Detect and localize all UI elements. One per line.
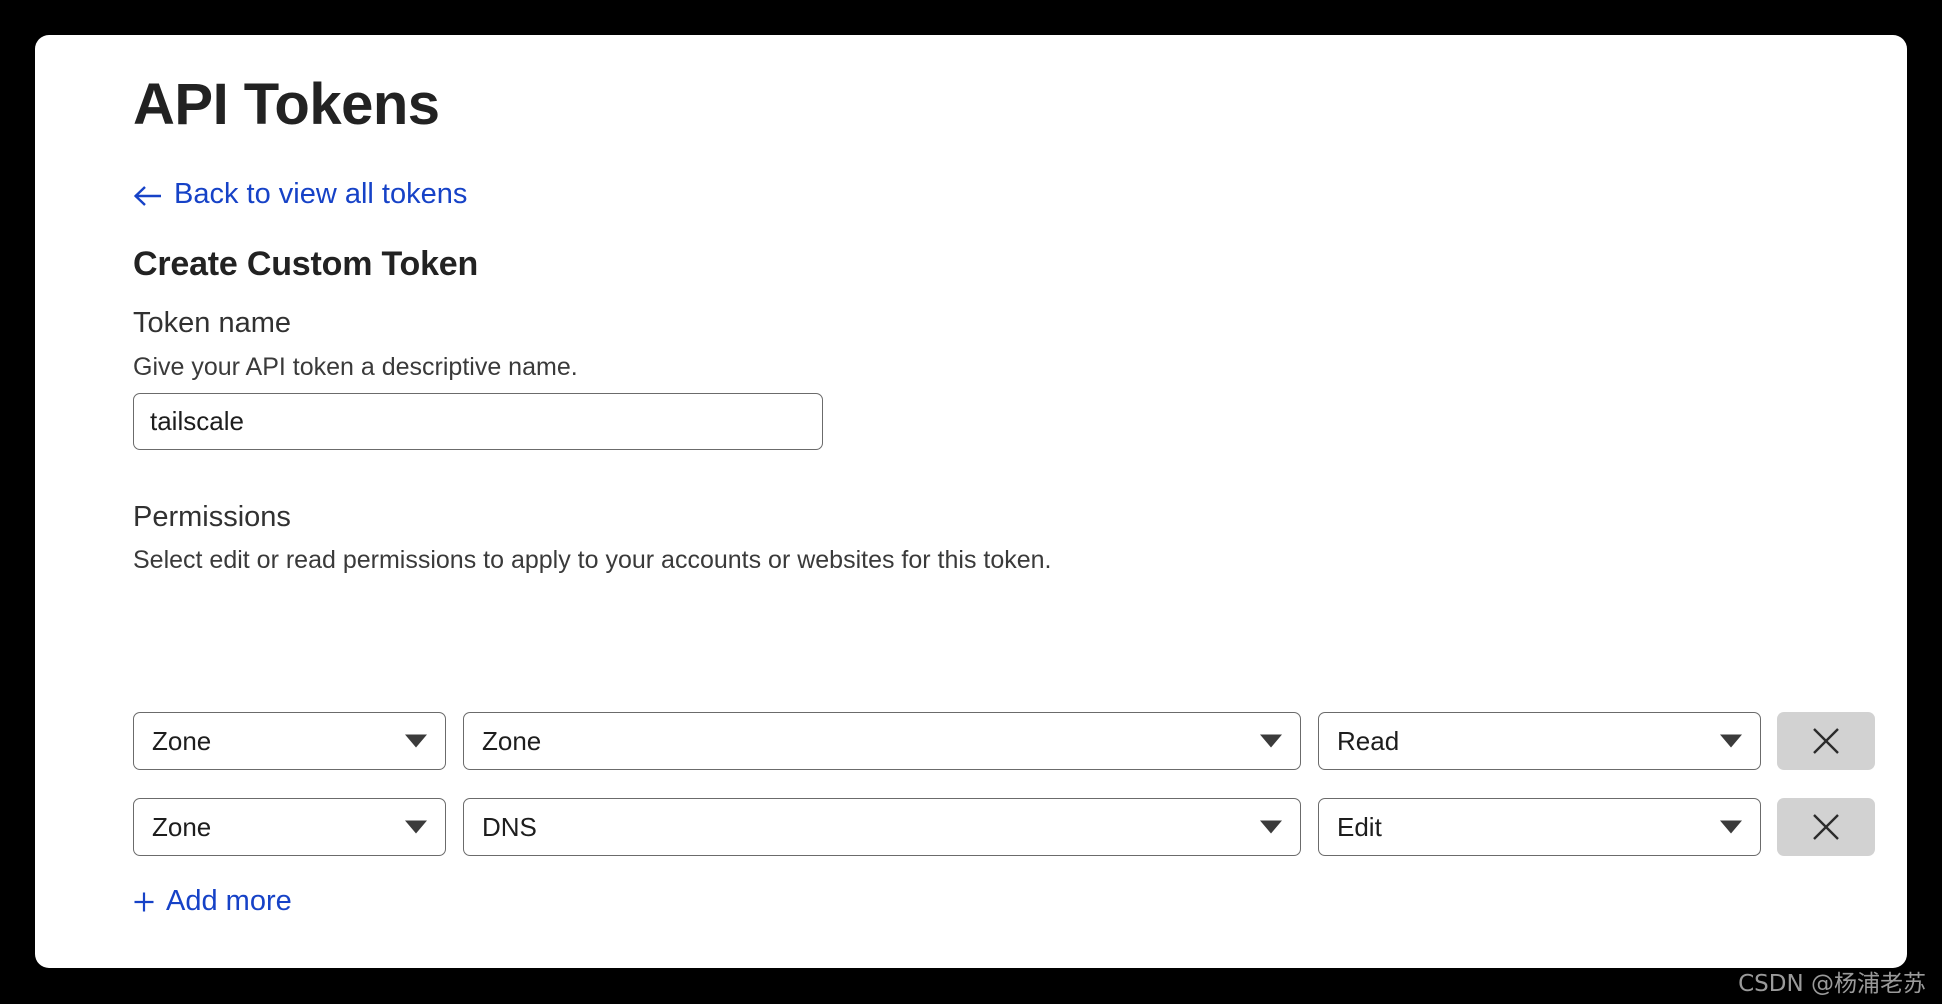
arrow-left-icon: [133, 182, 163, 210]
permission-level-value: Edit: [1337, 811, 1382, 842]
page-title: API Tokens: [133, 72, 440, 137]
chevron-down-icon: [1720, 820, 1742, 834]
token-name-input[interactable]: [133, 393, 823, 450]
permission-resource-value: Zone: [152, 725, 212, 756]
token-name-help-text: Give your API token a descriptive name.: [133, 353, 578, 381]
chevron-down-icon: [405, 820, 427, 834]
page-content: API Tokens Back to view all tokens Creat…: [98, 35, 1907, 968]
permission-scope-value: DNS: [482, 811, 537, 842]
add-more-label: Add more: [166, 885, 292, 917]
permission-resource-select[interactable]: Zone: [133, 712, 446, 770]
permission-scope-value: Zone: [482, 725, 542, 756]
permission-level-select[interactable]: Edit: [1318, 798, 1761, 856]
permission-scope-select[interactable]: DNS: [463, 798, 1301, 856]
back-to-tokens-link[interactable]: Back to view all tokens: [133, 180, 467, 209]
permission-resource-value: Zone: [152, 811, 212, 842]
token-name-label: Token name: [133, 307, 291, 339]
chevron-down-icon: [405, 734, 427, 748]
permission-scope-select[interactable]: Zone: [463, 712, 1301, 770]
watermark: CSDN @杨浦老苏: [1738, 971, 1926, 997]
back-link-label: Back to view all tokens: [174, 178, 468, 210]
remove-permission-button[interactable]: [1777, 798, 1875, 856]
chevron-down-icon: [1260, 820, 1282, 834]
screen: API Tokens Back to view all tokens Creat…: [0, 0, 1942, 1004]
chevron-down-icon: [1720, 734, 1742, 748]
close-icon: [1809, 810, 1843, 844]
section-title: Create Custom Token: [133, 245, 479, 283]
close-icon: [1809, 724, 1843, 758]
remove-permission-button[interactable]: [1777, 712, 1875, 770]
permissions-label: Permissions: [133, 501, 291, 533]
page-card: API Tokens Back to view all tokens Creat…: [35, 35, 1907, 968]
permission-level-value: Read: [1337, 725, 1400, 756]
permission-level-select[interactable]: Read: [1318, 712, 1761, 770]
permission-resource-select[interactable]: Zone: [133, 798, 446, 856]
permission-row: Zone Zone Read: [133, 712, 1875, 770]
permissions-help-text: Select edit or read permissions to apply…: [133, 546, 1052, 574]
plus-icon: [133, 891, 155, 913]
add-more-permission-link[interactable]: Add more: [133, 887, 292, 916]
chevron-down-icon: [1260, 734, 1282, 748]
permission-row: Zone DNS Edit: [133, 798, 1875, 856]
